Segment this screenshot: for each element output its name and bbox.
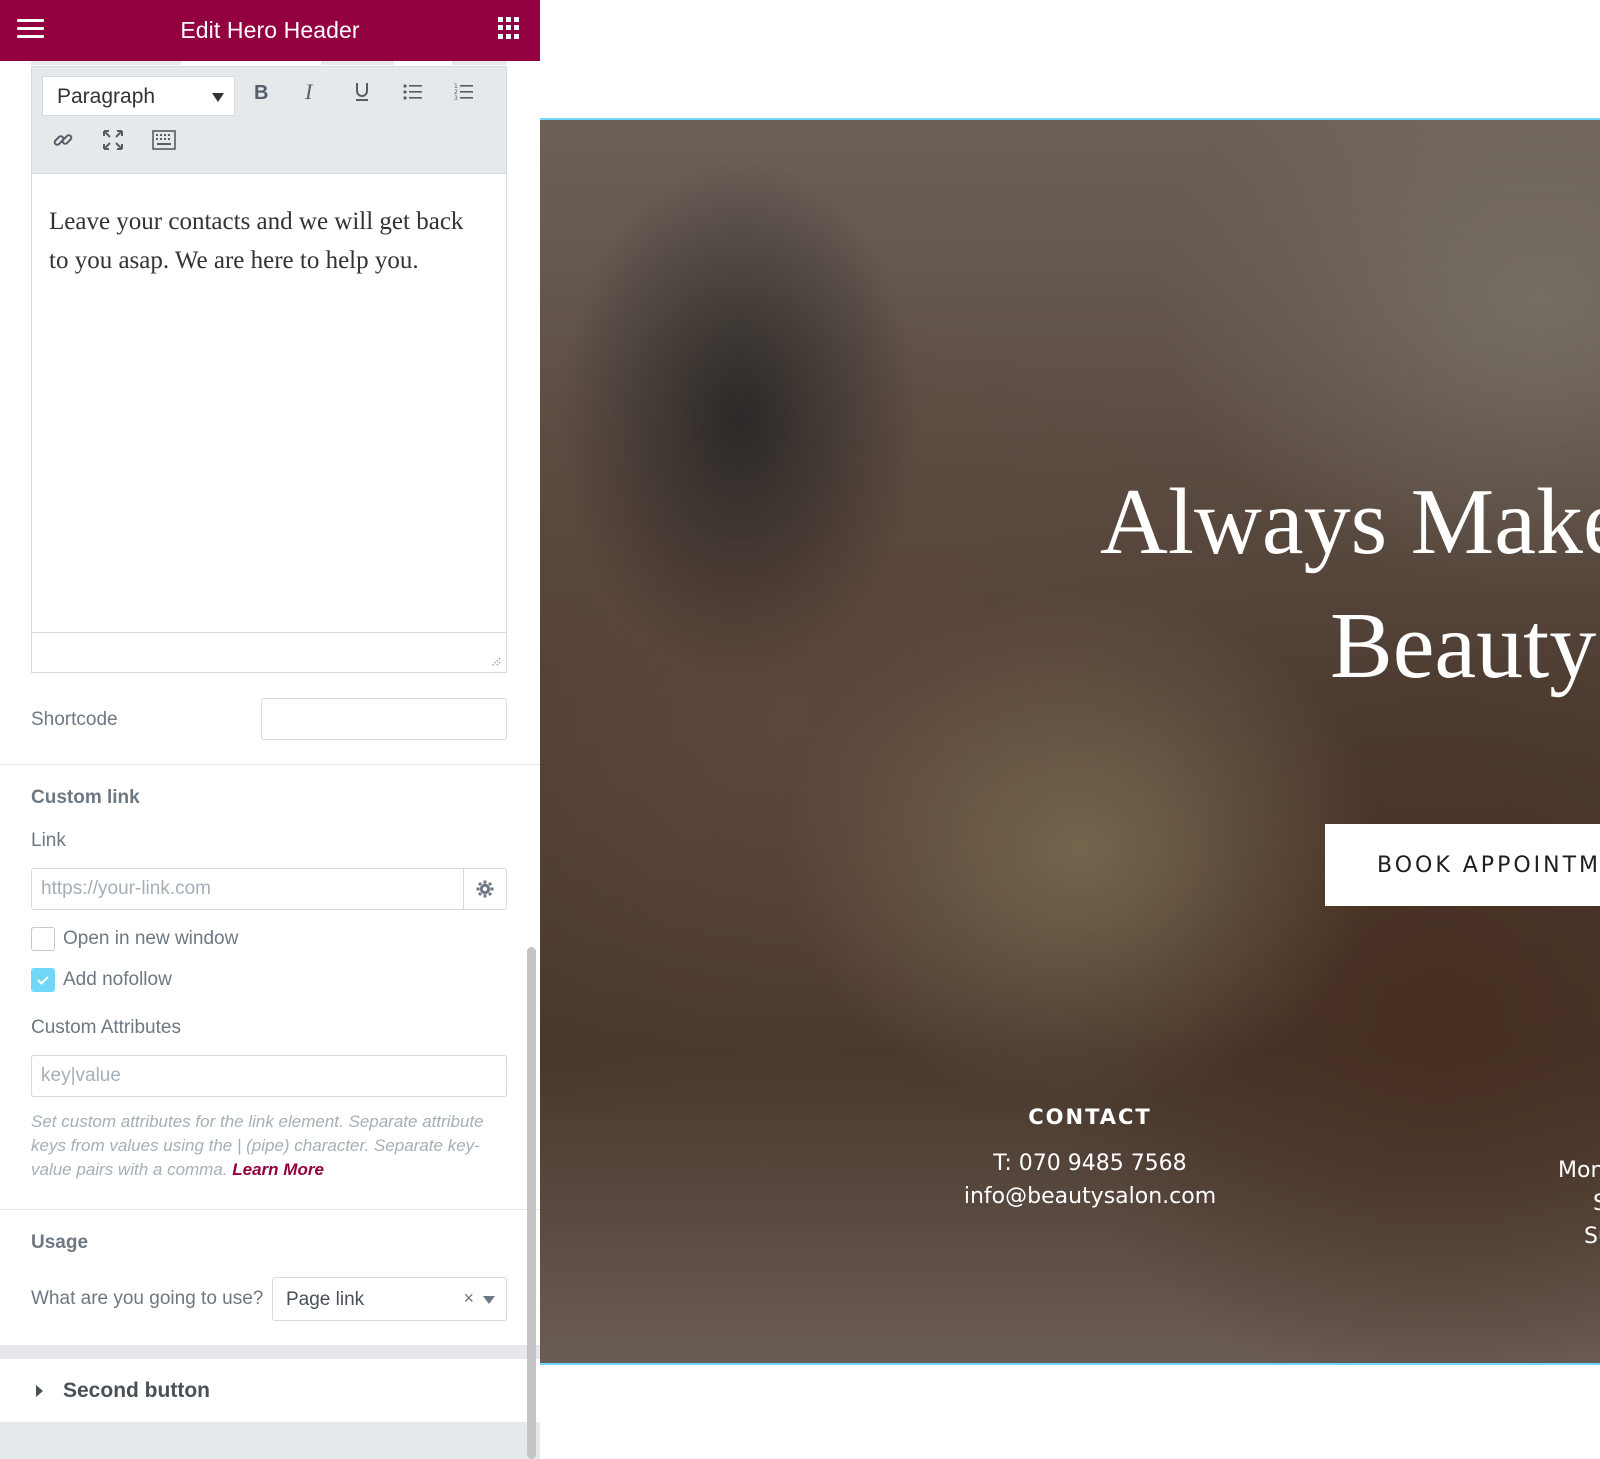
headline-line-1: Always Make xyxy=(1100,470,1600,574)
open-new-window-checkbox[interactable] xyxy=(31,927,55,951)
contact-heading: CONTACT xyxy=(1028,1105,1152,1129)
bold-button[interactable]: B xyxy=(244,75,278,109)
insert-link-button[interactable] xyxy=(46,123,80,157)
editor-tab-text[interactable] xyxy=(321,61,394,65)
bullet-list-icon xyxy=(403,84,422,100)
open-new-window-label: Open in new window xyxy=(63,928,239,949)
editor-tab-extra[interactable] xyxy=(452,61,507,65)
headline-line-2: Beauty xyxy=(1330,594,1597,698)
usage-select-value: Page link xyxy=(286,1289,365,1310)
section-gap xyxy=(0,1422,540,1459)
learn-more-link[interactable]: Learn More xyxy=(232,1160,324,1179)
usage-select[interactable]: Page link × xyxy=(272,1277,507,1321)
section-divider xyxy=(0,764,540,765)
contact-block: CONTACT T: 070 9485 7568 info@beautysalo… xyxy=(940,1105,1240,1213)
contact-phone: T: 070 9485 7568 xyxy=(993,1151,1187,1176)
link-label: Link xyxy=(31,830,66,851)
chevron-down-icon xyxy=(483,1296,495,1304)
bold-icon: B xyxy=(254,82,268,102)
hours-block: Mon S Su xyxy=(1558,1154,1600,1253)
contact-email: info@beautysalon.com xyxy=(963,1184,1217,1209)
page-preview: Always Make Beauty BOOK APPOINTME CONTAC… xyxy=(540,0,1600,1459)
second-button-section[interactable]: Second button xyxy=(0,1359,540,1422)
hours-line: Su xyxy=(1584,1224,1600,1249)
resize-grip-icon[interactable] xyxy=(489,655,501,667)
numbered-list-button[interactable]: 123 xyxy=(447,75,481,109)
link-icon xyxy=(53,134,73,146)
shortcode-input[interactable] xyxy=(261,698,507,740)
svg-text:I: I xyxy=(304,82,314,102)
svg-text:B: B xyxy=(254,82,268,102)
section-divider xyxy=(0,1209,540,1210)
keyboard-icon xyxy=(152,130,176,150)
fullscreen-icon xyxy=(103,130,123,150)
nofollow-checkbox[interactable] xyxy=(31,968,55,992)
toolbar-toggle-button[interactable] xyxy=(147,123,181,157)
italic-icon: I xyxy=(304,82,314,102)
nofollow-label: Add nofollow xyxy=(63,969,172,990)
custom-attributes-label: Custom Attributes xyxy=(31,1017,181,1038)
link-options-button[interactable] xyxy=(463,868,507,910)
shortcode-label: Shortcode xyxy=(31,709,118,730)
custom-attributes-input[interactable] xyxy=(31,1055,507,1097)
editor-statusbar xyxy=(32,632,506,672)
book-appointment-button[interactable]: BOOK APPOINTME xyxy=(1325,824,1600,906)
underline-button[interactable] xyxy=(345,75,379,109)
underline-icon xyxy=(356,83,368,101)
caret-right-icon xyxy=(36,1385,43,1397)
menu-icon[interactable] xyxy=(17,19,44,39)
editor-panel: Edit Hero Header Paragraph B I 123 Leave… xyxy=(0,0,540,1459)
editor-tab-visual[interactable] xyxy=(31,61,181,65)
italic-button[interactable]: I xyxy=(294,75,328,109)
hero-section[interactable]: Always Make Beauty BOOK APPOINTME CONTAC… xyxy=(540,118,1600,1365)
numbered-list-icon: 123 xyxy=(454,83,473,102)
hero-headline: Always Make Beauty xyxy=(1100,460,1600,708)
editor-toolbar: Paragraph B I 123 xyxy=(31,66,507,173)
panel-scrollbar[interactable] xyxy=(527,947,536,1459)
custom-attributes-help: Set custom attributes for the link eleme… xyxy=(31,1110,511,1182)
clear-icon[interactable]: × xyxy=(463,1288,474,1309)
chevron-down-icon xyxy=(212,93,224,102)
editor-content[interactable]: Leave your contacts and we will get back… xyxy=(49,202,486,280)
svg-text:3: 3 xyxy=(454,95,458,102)
bullet-list-button[interactable] xyxy=(396,75,430,109)
widgets-grid-icon[interactable] xyxy=(498,17,520,39)
text-editor[interactable]: Leave your contacts and we will get back… xyxy=(31,173,507,673)
hours-line: S xyxy=(1558,1187,1600,1220)
link-input[interactable] xyxy=(31,868,464,910)
section-gap xyxy=(0,1345,540,1359)
panel-header: Edit Hero Header xyxy=(0,0,540,61)
usage-title: Usage xyxy=(31,1232,89,1253)
format-select-value: Paragraph xyxy=(57,85,156,108)
usage-question: What are you going to use? xyxy=(31,1288,264,1309)
second-button-label: Second button xyxy=(63,1379,210,1402)
format-select[interactable]: Paragraph xyxy=(42,76,235,116)
custom-link-title: Custom link xyxy=(31,787,140,808)
fullscreen-button[interactable] xyxy=(96,123,130,157)
checkmark-icon xyxy=(37,976,49,985)
gear-icon xyxy=(476,880,494,898)
panel-title: Edit Hero Header xyxy=(180,17,360,43)
hours-line: Mon xyxy=(1558,1158,1600,1183)
